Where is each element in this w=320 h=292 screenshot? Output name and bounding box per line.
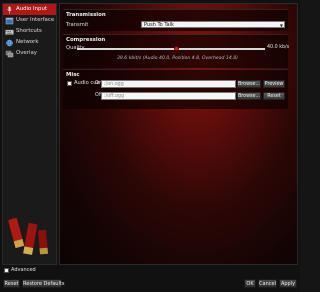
settings-content: Transmission Transmit Push To Talk ▼ Com… bbox=[59, 3, 298, 265]
sidebar-item-label: Audio Input bbox=[16, 6, 47, 12]
sidebar: Audio Input User Interface Shortcuts Net… bbox=[2, 3, 57, 265]
preview-button[interactable]: Preview bbox=[263, 80, 285, 88]
sidebar-item-label: Overlay bbox=[16, 50, 37, 56]
sidebar-item-label: Shortcuts bbox=[16, 28, 42, 34]
chevron-down-icon: ▼ bbox=[279, 23, 283, 28]
shotgun-shells-image bbox=[8, 217, 49, 255]
advanced-checkbox[interactable] bbox=[4, 268, 9, 273]
sidebar-item-user-interface[interactable]: User Interface bbox=[3, 15, 56, 26]
cancel-button[interactable]: Cancel bbox=[258, 279, 277, 288]
keyboard-icon bbox=[5, 29, 14, 35]
compression-info: 39.6 kbit/s (Audio 40.0, Position 4.8, O… bbox=[117, 56, 238, 61]
transmission-title: Transmission bbox=[66, 12, 106, 18]
sidebar-item-audio-input[interactable]: Audio Input bbox=[3, 4, 56, 15]
quality-slider-handle[interactable] bbox=[174, 46, 180, 51]
sidebar-item-overlay[interactable]: Overlay bbox=[3, 48, 56, 59]
transmit-label: Transmit bbox=[66, 22, 89, 28]
settings-window: Audio Input User Interface Shortcuts Net… bbox=[0, 0, 300, 292]
audio-cue-checkbox[interactable] bbox=[67, 81, 72, 86]
sidebar-item-shortcuts[interactable]: Shortcuts bbox=[3, 26, 56, 37]
transmit-select[interactable]: Push To Talk ▼ bbox=[141, 21, 285, 28]
sidebar-item-label: Network bbox=[16, 39, 39, 45]
advanced-label: Advanced bbox=[11, 267, 36, 273]
sidebar-item-label: User Interface bbox=[16, 17, 55, 23]
sidebar-item-network[interactable]: Network bbox=[3, 37, 56, 48]
misc-title: Misc bbox=[66, 72, 80, 78]
reset-button[interactable]: Reset bbox=[3, 279, 20, 288]
misc-group: Misc Audio cue On :/on.ogg Browse... Pre… bbox=[63, 69, 288, 109]
apply-button[interactable]: Apply bbox=[279, 279, 297, 288]
microphone-icon bbox=[7, 6, 12, 13]
compression-title: Compression bbox=[66, 37, 106, 43]
overlay-icon bbox=[5, 50, 14, 57]
compression-group: Compression Quality 40.0 kb/s 39.6 kbit/… bbox=[63, 34, 290, 68]
transmission-group: Transmission Transmit Push To Talk ▼ bbox=[63, 9, 288, 31]
network-icon bbox=[6, 39, 13, 46]
reset-cue-button[interactable]: Reset bbox=[263, 92, 285, 100]
window-icon bbox=[5, 17, 14, 24]
transmit-select-value: Push To Talk bbox=[144, 22, 174, 28]
browse-off-button[interactable]: Browse... bbox=[237, 92, 261, 100]
ok-button[interactable]: OK bbox=[244, 279, 256, 288]
restore-defaults-button[interactable]: Restore Defaults bbox=[22, 279, 64, 288]
quality-slider-track[interactable] bbox=[77, 48, 265, 50]
on-sound-field[interactable]: :/on.ogg bbox=[101, 80, 236, 88]
quality-value: 40.0 kb/s bbox=[267, 45, 290, 50]
browse-on-button[interactable]: Browse... bbox=[237, 80, 261, 88]
off-sound-field[interactable]: :/off.ogg bbox=[101, 92, 236, 100]
